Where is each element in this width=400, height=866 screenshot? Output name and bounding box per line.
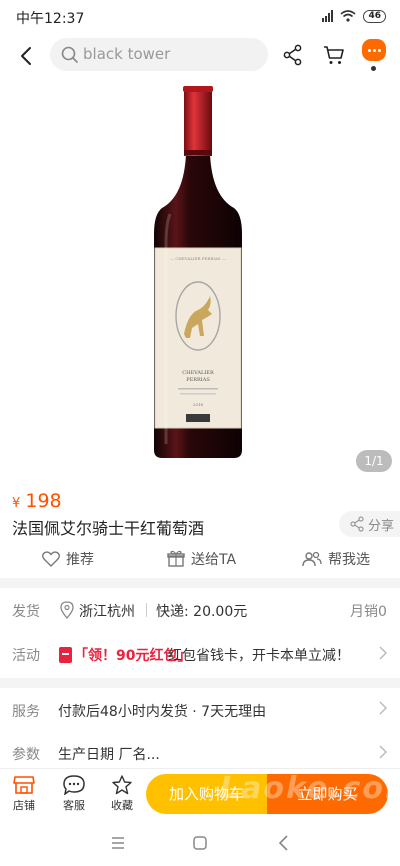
back-nav-icon[interactable] (274, 833, 294, 853)
promo-label: 活动 (12, 648, 40, 664)
cart-icon[interactable] (322, 43, 346, 67)
product-actions: 推荐 送给TA 帮我选 (0, 544, 400, 574)
gift-button[interactable]: 送给TA (167, 548, 236, 570)
chevron-right-icon (379, 745, 388, 759)
image-pager: 1/1 (356, 450, 392, 472)
red-envelope-icon (59, 647, 72, 663)
more-menu-button[interactable] (362, 39, 386, 61)
shipping-fee: 快递: 20.00元 (156, 604, 248, 620)
recommend-button[interactable]: 推荐 (42, 548, 94, 570)
help-choose-button[interactable]: 帮我选 (302, 548, 370, 570)
back-icon[interactable] (14, 43, 40, 69)
wine-bottle-image: — CHEVALIER PERRIAS — CHEVALIER PERRIAS … (154, 86, 242, 458)
menu-icon[interactable] (108, 833, 128, 853)
recommend-label: 推荐 (66, 552, 94, 568)
home-icon[interactable] (190, 833, 210, 853)
shipping-location: 浙江杭州 (79, 604, 135, 620)
gift-icon (167, 550, 185, 567)
heart-icon (42, 551, 60, 567)
favorite-button[interactable]: 收藏 (102, 773, 142, 817)
params-label: 参数 (12, 747, 40, 763)
service-label: 服务 (12, 704, 40, 720)
params-text: 生产日期 厂名... (58, 747, 160, 763)
chevron-right-icon (379, 701, 388, 715)
customer-service-label: 客服 (63, 799, 85, 812)
promo-description: 红包省钱卡，开卡本单立减！ (168, 648, 350, 664)
wifi-icon (340, 10, 356, 22)
location-pin-icon (60, 601, 74, 619)
monthly-sales: 月销0 (350, 604, 387, 620)
people-icon (302, 551, 322, 567)
shipping-label: 发货 (12, 604, 40, 620)
battery-icon: 46 (363, 9, 386, 23)
favorite-label: 收藏 (111, 799, 133, 812)
store-label: 店铺 (13, 799, 35, 812)
store-icon (13, 776, 35, 794)
search-icon (61, 46, 78, 63)
svg-text:CHEVALIER: CHEVALIER (182, 370, 214, 376)
product-title: 法国佩艾尔骑士干红葡萄酒 (12, 519, 205, 538)
service-text: 付款后48小时内发货 · 7天无理由 (58, 704, 267, 720)
section-divider (0, 578, 400, 588)
store-button[interactable]: 店铺 (4, 773, 44, 817)
system-navigation-bar (0, 820, 400, 866)
add-to-cart-button[interactable]: 加入购物车 (146, 774, 267, 814)
status-icons: 46 (322, 8, 386, 24)
section-divider (0, 678, 400, 688)
share-icon (350, 516, 364, 532)
signal-icon (322, 10, 334, 22)
chevron-right-icon (379, 646, 388, 660)
customer-service-button[interactable]: 客服 (54, 773, 94, 817)
gift-label: 送给TA (191, 552, 237, 568)
search-input[interactable]: black tower (50, 38, 268, 71)
help-choose-label: 帮我选 (328, 552, 370, 568)
svg-text:PERRIAS: PERRIAS (186, 377, 210, 383)
share-icon[interactable] (281, 43, 305, 67)
status-time: 中午12:37 (16, 11, 85, 27)
product-image-gallery[interactable]: — CHEVALIER PERRIAS — CHEVALIER PERRIAS … (0, 78, 400, 482)
top-navigation: black tower (0, 32, 400, 78)
bottom-action-bar: 店铺 客服 收藏 加入购物车 立即购买 Laoke.com (0, 768, 400, 820)
search-placeholder: black tower (83, 45, 171, 63)
status-bar: 中午12:37 46 (0, 0, 400, 32)
chat-icon (63, 775, 85, 795)
notification-dot (371, 66, 376, 71)
buy-now-button[interactable]: 立即购买 (267, 774, 388, 814)
svg-text:2016: 2016 (193, 402, 204, 407)
share-button[interactable]: 分享 (339, 511, 400, 537)
shipping-separator (146, 603, 147, 617)
svg-text:— CHEVALIER PERRIAS —: — CHEVALIER PERRIAS — (170, 256, 226, 261)
share-label: 分享 (368, 519, 395, 534)
star-icon (112, 775, 132, 795)
product-price: ¥ 198 (12, 490, 62, 512)
